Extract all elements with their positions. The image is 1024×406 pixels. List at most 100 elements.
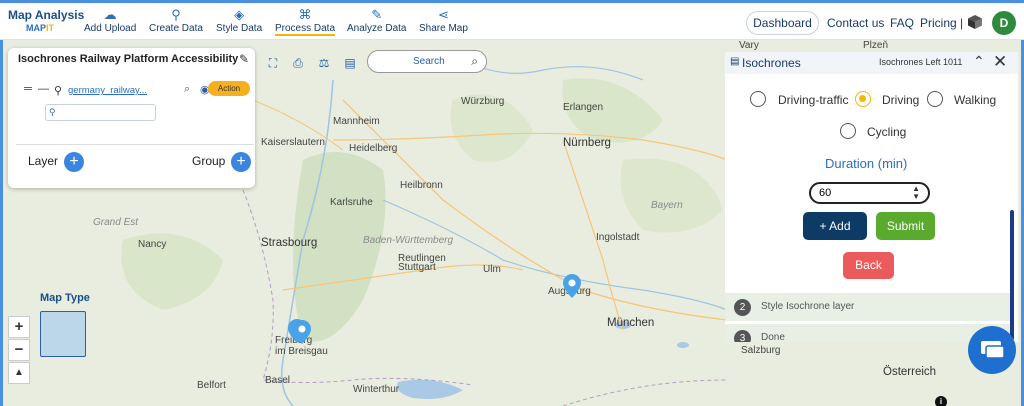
- divider: [16, 144, 254, 145]
- step-style-isochrone[interactable]: 2 Style Isochrone layer: [725, 293, 1010, 321]
- brand-logo[interactable]: Map Analysis MAPIT: [8, 8, 84, 33]
- comment-icon[interactable]: ▤: [343, 56, 357, 70]
- radio-driving-label: Driving: [882, 93, 920, 107]
- map-label-erlangen: Erlangen: [563, 102, 604, 113]
- search-icon[interactable]: ⌕: [471, 54, 478, 69]
- map-type-label: Map Type: [40, 292, 90, 304]
- nav-add-upload[interactable]: ☁ Add Upload: [84, 7, 136, 34]
- dashboard-button[interactable]: Dashboard: [746, 11, 819, 35]
- spinner-icon[interactable]: ▲ ▼: [912, 185, 920, 201]
- map-label-plzen: Plzeň: [863, 40, 889, 51]
- map-marker-pin[interactable]: [563, 274, 581, 298]
- location-icon: ⚲: [49, 107, 56, 117]
- paint-bucket-icon: ◈: [234, 7, 245, 22]
- isochrones-title: Isochrones: [742, 56, 801, 70]
- search-placeholder: Search: [413, 56, 445, 67]
- fit-bounds-icon[interactable]: ⛶: [266, 56, 280, 70]
- step-label: Done: [761, 332, 785, 342]
- contact-link[interactable]: Contact us: [827, 16, 884, 30]
- zoom-to-layer-icon[interactable]: ⌕: [184, 83, 190, 96]
- drag-handle-icon[interactable]: ═: [24, 83, 32, 95]
- map-label-karlsruhe: Karlsruhe: [330, 197, 373, 208]
- back-button[interactable]: Back: [843, 252, 894, 279]
- map-label-vary: Vary: [739, 40, 759, 51]
- zoom-out-button[interactable]: −: [8, 339, 30, 361]
- map-type-thumbnail[interactable]: [40, 311, 86, 357]
- panel-scrollbar[interactable]: [1010, 210, 1014, 340]
- add-layer-button[interactable]: +: [64, 152, 84, 172]
- group-label: Group: [192, 154, 226, 168]
- top-navbar: Map Analysis MAPIT ☁ Add Upload ⚲ Create…: [0, 0, 1024, 40]
- map-label-munchen: München: [607, 317, 655, 329]
- brand-title: Map Analysis: [8, 8, 85, 22]
- cloud-upload-icon: ☁: [103, 7, 117, 22]
- search-input[interactable]: Search ⌕: [367, 50, 487, 73]
- zoom-in-button[interactable]: +: [8, 316, 30, 338]
- map-label-belfort: Belfort: [197, 380, 226, 391]
- nav-style-data-label: Style Data: [216, 23, 263, 34]
- action-button[interactable]: Action: [208, 81, 250, 96]
- map-label-ulm: Ulm: [483, 264, 501, 275]
- radio-walking-label: Walking: [954, 93, 997, 107]
- measure-icon[interactable]: ⚖: [317, 56, 331, 70]
- radio-walking[interactable]: [927, 91, 943, 107]
- layer-name-link[interactable]: germany_railway...: [68, 85, 147, 96]
- collapse-icon[interactable]: —: [38, 83, 49, 95]
- layers-icon: ▤: [730, 56, 740, 67]
- info-icon[interactable]: i: [935, 396, 947, 406]
- duration-input[interactable]: 60 ▲ ▼: [809, 182, 930, 204]
- share-icon: ⋖: [438, 7, 449, 22]
- submit-button[interactable]: Submit: [876, 212, 935, 240]
- step-label: Style Isochrone layer: [761, 301, 855, 312]
- map-label-basel: Basel: [265, 375, 291, 386]
- map-label-im-breisgau: im Breisgau: [275, 346, 328, 357]
- nav-add-upload-label: Add Upload: [84, 23, 137, 34]
- add-group-button[interactable]: +: [231, 152, 251, 172]
- map-region-bayern: Bayern: [651, 200, 683, 211]
- analyze-icon: ✎: [371, 7, 383, 22]
- map-label-osterreich: Österreich: [883, 366, 937, 378]
- map-label-strasbourg: Strasbourg: [261, 237, 318, 249]
- map-marker-pin[interactable]: [293, 320, 311, 344]
- collapse-caret-icon[interactable]: ⌃: [973, 53, 985, 70]
- compass-button[interactable]: ▲: [8, 362, 30, 384]
- map-label-nancy: Nancy: [138, 239, 167, 250]
- add-button[interactable]: + Add: [803, 212, 867, 240]
- radio-cycling[interactable]: [840, 123, 856, 139]
- map-label-kaiserslautern: Kaiserslautern: [261, 137, 325, 148]
- radio-driving[interactable]: [855, 91, 871, 107]
- pricing-link[interactable]: Pricing |: [920, 16, 963, 30]
- nav-share-map[interactable]: ⋖ Share Map: [419, 7, 468, 34]
- print-icon[interactable]: ⎙: [291, 56, 305, 70]
- map-label-winterthur: Winterthur: [353, 384, 400, 395]
- radio-cycling-label: Cycling: [867, 125, 907, 139]
- nav-analyze-data-label: Analyze Data: [347, 23, 407, 34]
- map-label-wurzburg: Würzburg: [461, 96, 505, 107]
- nav-style-data[interactable]: ◈ Style Data: [216, 7, 262, 34]
- chat-icon: [981, 341, 1005, 359]
- process-icon: ⌘: [298, 7, 312, 22]
- step-number: 3: [734, 330, 751, 342]
- map-label-salzburg: Salzburg: [741, 345, 781, 356]
- layer-panel-title: Isochrones Railway Platform Accessibilit…: [18, 53, 239, 65]
- radio-driving-traffic[interactable]: [750, 91, 766, 107]
- cube-icon[interactable]: [967, 14, 983, 30]
- chat-button[interactable]: [968, 326, 1016, 374]
- radio-driving-traffic-label: Driving-traffic: [778, 93, 849, 107]
- nav-process-data[interactable]: ⌘ Process Data: [275, 7, 336, 36]
- nav-analyze-data[interactable]: ✎ Analyze Data: [347, 7, 406, 34]
- nav-create-data[interactable]: ⚲ Create Data: [149, 7, 203, 34]
- avatar[interactable]: D: [992, 11, 1016, 35]
- map-pin-icon: ⚲: [171, 7, 181, 22]
- brand-subtitle: MAPIT: [26, 23, 54, 33]
- nav-process-data-label: Process Data: [275, 23, 336, 36]
- map-region-grand-est: Grand Est: [93, 217, 139, 228]
- close-icon[interactable]: ✕: [993, 52, 1007, 72]
- layer-label: Layer: [28, 154, 59, 168]
- map-label-reutlingen: Reutlingen: [398, 253, 446, 264]
- map-label-mannheim: Mannheim: [333, 116, 380, 127]
- faq-link[interactable]: FAQ: [890, 16, 914, 30]
- map-label-nurnberg: Nürnberg: [563, 137, 611, 149]
- edit-pencil-icon[interactable]: ✎: [239, 52, 249, 66]
- layer-filter-input[interactable]: ⚲: [45, 104, 156, 121]
